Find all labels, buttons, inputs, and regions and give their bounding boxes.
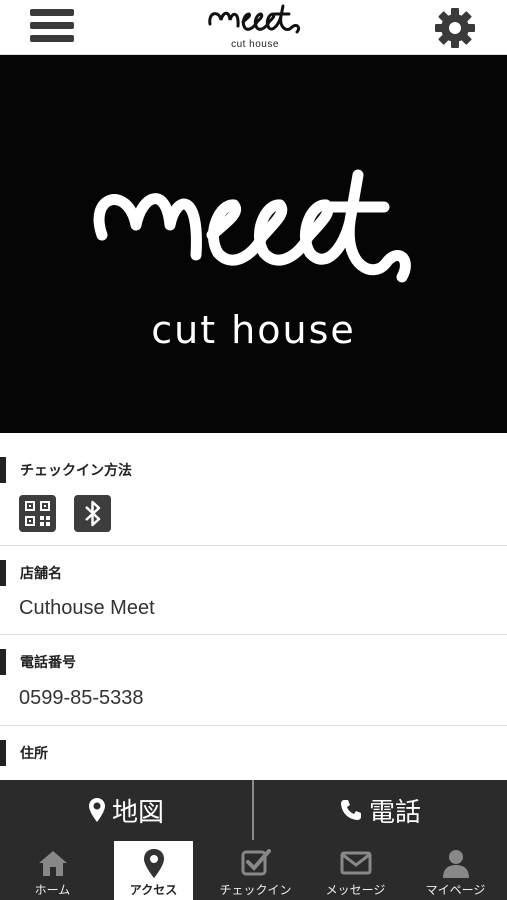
- hero-banner: cut house: [0, 55, 507, 433]
- phone-icon: [340, 800, 361, 820]
- person-icon: [442, 850, 469, 878]
- map-pin-icon: [88, 798, 105, 822]
- store-name-section: 店舗名 Cuthouse Meet: [0, 546, 507, 635]
- tab-home[interactable]: ホーム: [2, 840, 103, 900]
- hero-logo-subtitle: cut house: [151, 308, 356, 352]
- store-name-value: Cuthouse Meet: [19, 597, 155, 619]
- tab-access-label: アクセス: [129, 883, 178, 897]
- map-button[interactable]: 地図: [0, 780, 252, 840]
- address-section: 住所: [0, 726, 507, 780]
- header-logo-subtitle: cut house: [231, 39, 279, 50]
- tab-mypage-label: マイページ: [425, 883, 486, 897]
- tab-mypage[interactable]: マイページ: [405, 840, 506, 900]
- envelope-icon: [340, 851, 371, 875]
- action-bar: 地図 電話: [0, 780, 507, 840]
- phone-label: 電話番号: [0, 649, 76, 675]
- phone-section: 電話番号 0599-85-5338: [0, 635, 507, 726]
- home-icon: [38, 851, 67, 876]
- call-button-label: 電話: [368, 796, 421, 827]
- map-pin-icon: [143, 849, 164, 878]
- phone-value[interactable]: 0599-85-5338: [19, 687, 144, 710]
- tab-home-label: ホーム: [34, 883, 71, 897]
- header-logo[interactable]: cut house: [205, 2, 305, 52]
- tab-message[interactable]: メッセージ: [305, 840, 406, 900]
- address-label: 住所: [0, 740, 48, 766]
- checkin-method-label: チェックイン方法: [0, 457, 132, 483]
- bottom-tab-bar: ホーム アクセス チェックイン メッセージ マイページ: [0, 840, 507, 900]
- tab-checkin[interactable]: チェックイン: [205, 840, 306, 900]
- qr-code-icon[interactable]: [19, 495, 56, 532]
- checkbox-icon: [241, 849, 271, 876]
- tab-message-label: メッセージ: [325, 883, 386, 897]
- store-name-label: 店舗名: [0, 560, 62, 586]
- hamburger-icon[interactable]: [30, 9, 74, 47]
- map-button-label: 地図: [111, 796, 164, 827]
- call-button[interactable]: 電話: [254, 780, 506, 840]
- app-header: cut house: [0, 0, 507, 55]
- meet-hero-logo: [93, 169, 411, 283]
- tab-checkin-label: チェックイン: [219, 883, 292, 897]
- tab-access[interactable]: アクセス: [114, 841, 193, 900]
- gear-icon[interactable]: [433, 6, 477, 50]
- checkin-method-section: チェックイン方法: [0, 433, 507, 546]
- bluetooth-icon[interactable]: [74, 495, 111, 532]
- meet-logo-script: [208, 4, 301, 34]
